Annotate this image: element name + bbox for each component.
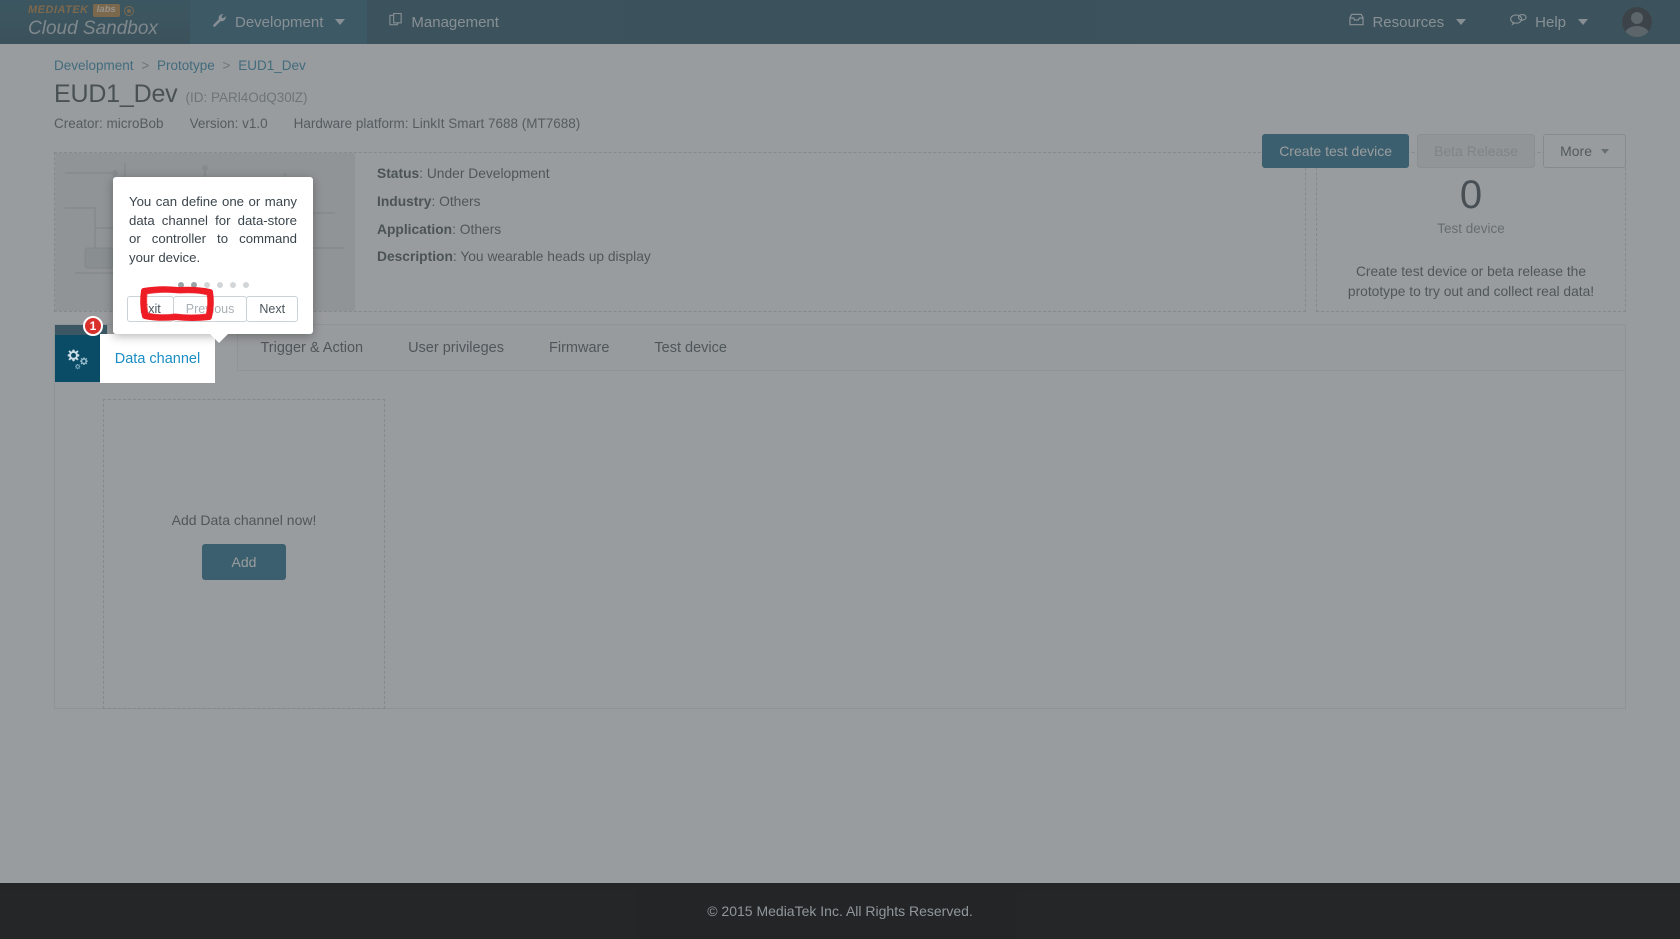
tour-dot[interactable] bbox=[242, 281, 249, 288]
tour-dot[interactable] bbox=[203, 281, 210, 288]
tour-overlay-scrim[interactable] bbox=[0, 0, 1680, 883]
tour-previous-button[interactable]: Previous bbox=[172, 295, 248, 323]
tab-data-channel-highlighted-label: Data channel bbox=[114, 350, 201, 367]
tour-dot[interactable] bbox=[177, 281, 184, 288]
tour-dot[interactable] bbox=[190, 281, 197, 288]
tour-dot[interactable] bbox=[229, 281, 236, 288]
tour-overlay-scrim-footer bbox=[0, 883, 1680, 939]
tour-dot[interactable] bbox=[216, 281, 223, 288]
tour-next-button[interactable]: Next bbox=[246, 295, 299, 323]
tour-step-badge: 1 bbox=[83, 316, 103, 336]
tour-popup-arrow bbox=[209, 333, 229, 344]
tour-popup: You can define one or many data channel … bbox=[113, 177, 313, 344]
tour-step-dots bbox=[129, 281, 297, 288]
tour-buttons: Exit Previous Next bbox=[126, 295, 299, 323]
spotlight-gears-icon bbox=[55, 335, 102, 382]
tab-data-channel-highlighted[interactable]: Data channel bbox=[101, 335, 214, 382]
tour-exit-button[interactable]: Exit bbox=[126, 295, 174, 323]
tour-popup-text: You can define one or many data channel … bbox=[129, 194, 297, 266]
